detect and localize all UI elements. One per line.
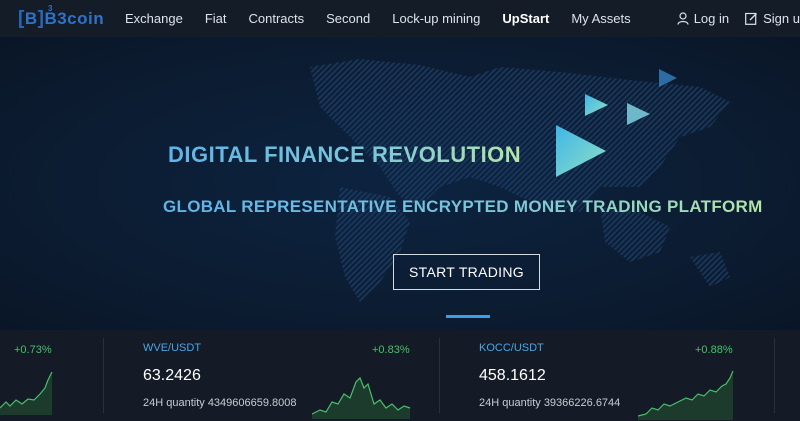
hero-subtitle: GLOBAL REPRESENTATIVE ENCRYPTED MONEY TR… <box>163 197 763 216</box>
logo-name: B3coin <box>44 9 105 28</box>
ticker-change: +0.83% <box>372 344 410 356</box>
signup-link[interactable]: Sign u <box>745 11 800 26</box>
carousel-indicator[interactable] <box>446 315 490 318</box>
signup-label: Sign u <box>763 11 800 26</box>
nav-my-assets[interactable]: My Assets <box>571 11 630 26</box>
nav-exchange[interactable]: Exchange <box>125 11 183 26</box>
start-trading-button[interactable]: START TRADING <box>393 254 540 290</box>
login-link[interactable]: Log in <box>677 11 729 26</box>
ticker-card-0[interactable]: +0.73% <box>0 330 103 421</box>
ticker-divider <box>774 338 775 413</box>
ticker-quantity: 24H quantity 39366226.6744 <box>479 397 621 409</box>
ticker-pair: WVE/USDT <box>143 342 202 354</box>
ticker-change: +0.73% <box>14 344 52 356</box>
ticker-change: +0.88% <box>695 344 733 356</box>
hero-banner: DIGITAL FINANCE REVOLUTION GLOBAL REPRES… <box>0 37 800 330</box>
nav-upstart[interactable]: UpStart <box>502 11 549 26</box>
market-ticker: +0.73% WVE/USDT +0.83% 63.2426 24H quant… <box>0 330 800 421</box>
sparkline-chart <box>0 371 53 415</box>
login-label: Log in <box>693 11 730 26</box>
b3coin-logo[interactable]: [ B ] 3 B3coin <box>18 4 105 32</box>
sparkline-chart <box>638 370 734 420</box>
user-area: Log in Sign u <box>661 0 800 37</box>
ticker-price: 63.2426 <box>143 367 201 384</box>
ticker-card-1[interactable]: WVE/USDT +0.83% 63.2426 24H quantity 434… <box>104 330 439 421</box>
logo-superscript: 3 <box>48 4 53 13</box>
main-nav: Exchange Fiat Contracts Second Lock-up m… <box>125 0 653 37</box>
nav-lockup-mining[interactable]: Lock-up mining <box>392 11 480 26</box>
ticker-card-2[interactable]: KOCC/USDT +0.88% 458.1612 24H quantity 3… <box>440 330 774 421</box>
top-nav-bar: [ B ] 3 B3coin Exchange Fiat Contracts S… <box>0 0 800 37</box>
ticker-quantity: 24H quantity 4349606659.8008 <box>143 397 297 409</box>
logo-letter: B <box>24 9 38 28</box>
ticker-price: 458.1612 <box>479 367 546 384</box>
edit-icon <box>745 12 758 25</box>
hero-title: DIGITAL FINANCE REVOLUTION <box>168 142 522 167</box>
logo-bracket-open: [ <box>18 8 25 29</box>
nav-contracts[interactable]: Contracts <box>249 11 305 26</box>
sparkline-chart <box>312 376 411 419</box>
nav-second[interactable]: Second <box>326 11 370 26</box>
logo-bracket-close: ] <box>37 8 45 29</box>
ticker-pair: KOCC/USDT <box>479 342 544 354</box>
nav-fiat[interactable]: Fiat <box>205 11 227 26</box>
user-icon <box>677 12 689 25</box>
